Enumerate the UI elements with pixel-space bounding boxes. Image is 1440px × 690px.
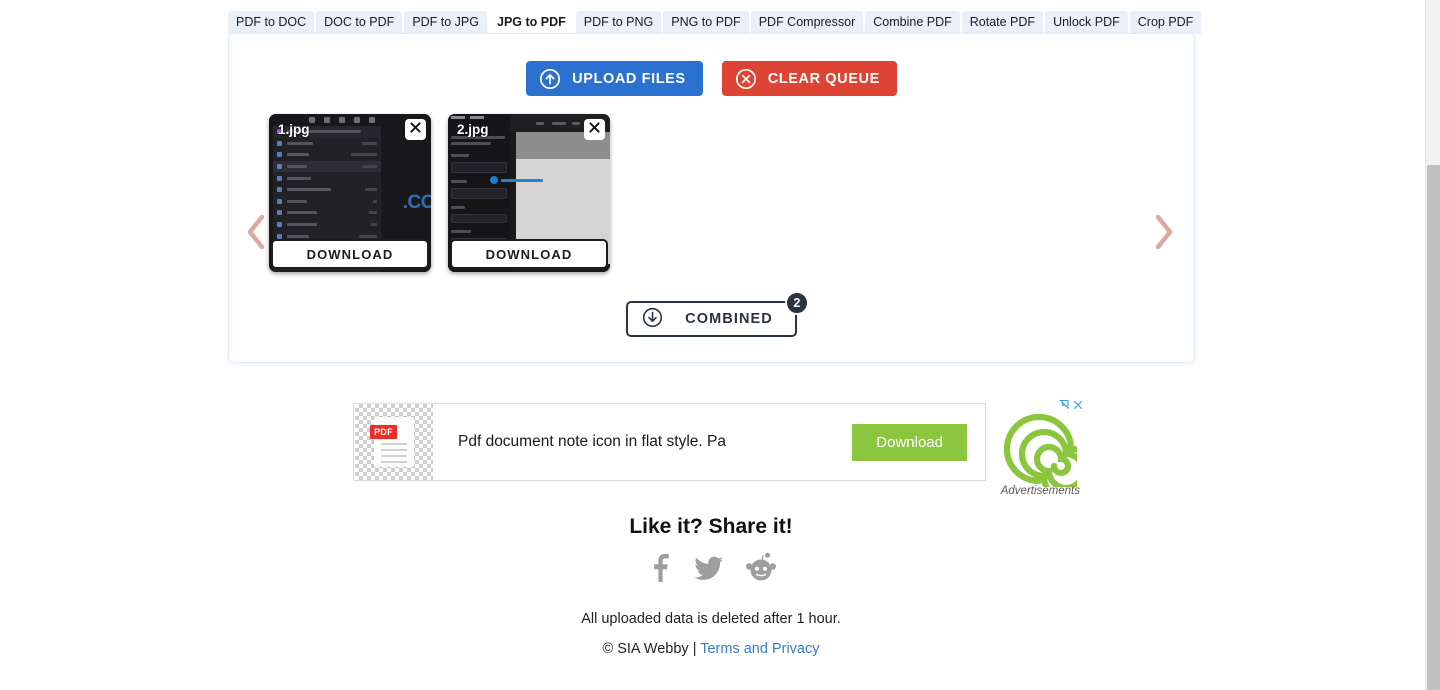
tab-jpg-to-pdf[interactable]: JPG to PDF: [489, 10, 574, 34]
tab-doc-to-pdf[interactable]: DOC to PDF: [316, 11, 403, 34]
clear-queue-button[interactable]: CLEAR QUEUE: [721, 61, 897, 96]
combined-row: COMBINED 2: [229, 291, 1194, 337]
ad-headline: Pdf document note icon in flat style. Pa: [458, 433, 726, 450]
tab-rotate-pdf[interactable]: Rotate PDF: [961, 11, 1044, 34]
close-icon: [409, 121, 422, 139]
download-circle-icon: [642, 307, 663, 332]
upload-circle-icon: [539, 68, 561, 90]
carousel-prev-button[interactable]: [239, 209, 273, 255]
pdf-document-icon: PDF: [370, 417, 414, 467]
clear-queue-label: CLEAR QUEUE: [767, 70, 880, 87]
upload-files-button[interactable]: UPLOAD FILES: [526, 61, 703, 96]
tab-pdf-to-jpg[interactable]: PDF to JPG: [404, 11, 487, 34]
pdf-badge-label: PDF: [370, 425, 397, 439]
carousel-next-button[interactable]: [1147, 209, 1181, 255]
file-name: 2.jpg: [457, 122, 489, 137]
share-heading: Like it? Share it!: [629, 515, 793, 538]
ad-download-button[interactable]: Download: [852, 423, 967, 461]
chevron-right-icon: [1147, 209, 1181, 255]
thumbnail-logo-icon: [490, 176, 543, 184]
page-scrollbar[interactable]: [1425, 0, 1440, 690]
tab-crop-pdf[interactable]: Crop PDF: [1129, 11, 1202, 34]
copyright-text: © SIA Webby |: [602, 641, 701, 657]
tab-pdf-to-doc[interactable]: PDF to DOC: [228, 11, 315, 34]
tab-pdf-compressor[interactable]: PDF Compressor: [750, 11, 864, 34]
upload-files-label: UPLOAD FILES: [572, 70, 686, 87]
copyright-line: © SIA Webby | Terms and Privacy: [0, 641, 1422, 657]
converter-panel: UPLOAD FILES CLEAR QUEUE .CO 1.jpg DOWNL…: [228, 33, 1195, 363]
file-card[interactable]: .CO 1.jpg DOWNLOAD: [269, 114, 431, 272]
download-file-button[interactable]: DOWNLOAD: [450, 239, 608, 269]
watermark-text: .CO: [402, 192, 431, 213]
converter-tab-bar: PDF to DOC DOC to PDF PDF to JPG JPG to …: [228, 10, 1202, 34]
facebook-icon[interactable]: [646, 552, 672, 587]
close-circle-icon: [735, 68, 757, 90]
close-icon: [588, 121, 601, 139]
reddit-icon[interactable]: [746, 552, 776, 587]
twitter-icon[interactable]: [694, 552, 724, 587]
tab-png-to-pdf[interactable]: PNG to PDF: [663, 11, 749, 34]
chevron-left-icon: [239, 209, 273, 255]
remove-file-button[interactable]: [405, 119, 426, 140]
advertisement: PDF Pdf document note icon in flat style…: [353, 399, 1102, 507]
file-name: 1.jpg: [278, 122, 310, 137]
spiral-logo-icon[interactable]: [1001, 411, 1102, 507]
combined-count-badge: 2: [784, 291, 809, 315]
data-retention-notice: All uploaded data is deleted after 1 hou…: [581, 611, 841, 627]
remove-file-button[interactable]: [584, 119, 605, 140]
file-card[interactable]: 2.jpg DOWNLOAD: [448, 114, 610, 272]
action-row: UPLOAD FILES CLEAR QUEUE: [229, 61, 1194, 96]
tab-unlock-pdf[interactable]: Unlock PDF: [1045, 11, 1128, 34]
ad-thumbnail: PDF: [355, 404, 433, 480]
tab-pdf-to-png[interactable]: PDF to PNG: [575, 11, 662, 34]
download-combined-button[interactable]: COMBINED 2: [626, 291, 809, 337]
combined-label: COMBINED: [685, 311, 773, 327]
page-root: PDF to DOC DOC to PDF PDF to JPG JPG to …: [0, 0, 1440, 690]
share-icon-row: [0, 552, 1422, 587]
terms-and-privacy-link[interactable]: Terms and Privacy: [700, 641, 819, 657]
advertisements-label: Advertisements: [1000, 485, 1080, 497]
tab-combine-pdf[interactable]: Combine PDF: [865, 11, 960, 34]
scrollbar-thumb[interactable]: [1427, 165, 1440, 690]
ad-banner[interactable]: PDF Pdf document note icon in flat style…: [353, 403, 986, 481]
file-card-list: .CO 1.jpg DOWNLOAD 2.jpg DOWNLOAD: [269, 114, 610, 272]
download-file-button[interactable]: DOWNLOAD: [271, 239, 429, 269]
